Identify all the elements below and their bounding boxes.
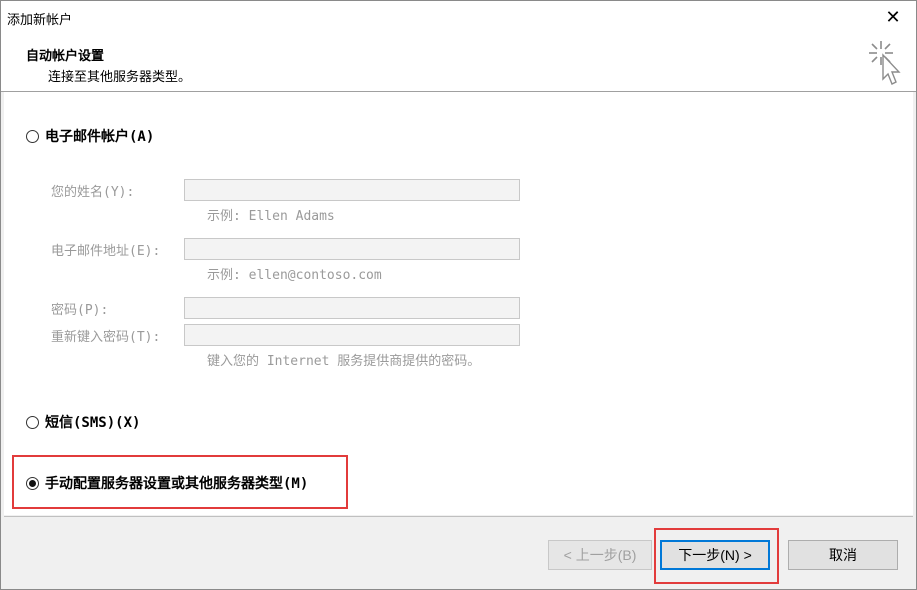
cancel-button[interactable]: 取消 (788, 540, 898, 570)
next-button[interactable]: 下一步(N) > (660, 540, 770, 570)
retype-password-label: 重新键入密码(T): (51, 330, 161, 345)
wizard-content: 电子邮件帐户(A) 您的姓名(Y): 示例: Ellen Adams 电子邮件地… (4, 92, 913, 515)
wizard-sparkle-cursor-icon (869, 41, 901, 85)
email-address-label: 电子邮件地址(E): (51, 244, 161, 259)
wizard-header: 自动帐户设置 连接至其他服务器类型。 (1, 33, 916, 92)
name-hint: 示例: Ellen Adams (207, 209, 335, 224)
sms-label: 短信(SMS)(X) (45, 415, 141, 431)
name-field[interactable] (184, 179, 520, 201)
header-subtitle: 连接至其他服务器类型。 (48, 70, 192, 85)
sms-option[interactable]: 短信(SMS)(X) (26, 412, 140, 432)
email-address-hint: 示例: ellen@contoso.com (207, 268, 382, 283)
radio-selected-dot (29, 479, 36, 487)
email-account-radio[interactable] (26, 129, 39, 143)
manual-config-radio[interactable] (26, 476, 39, 490)
window-title: 添加新帐户 (7, 13, 73, 28)
close-button[interactable]: ✕ (870, 1, 916, 33)
manual-config-label: 手动配置服务器设置或其他服务器类型(M) (45, 476, 309, 492)
sms-radio[interactable] (26, 415, 39, 429)
manual-config-option[interactable]: 手动配置服务器设置或其他服务器类型(M) (26, 473, 308, 493)
close-icon: ✕ (885, 6, 901, 28)
password-field[interactable] (184, 297, 520, 319)
email-account-option[interactable]: 电子邮件帐户(A) (26, 126, 154, 146)
email-address-field[interactable] (184, 238, 520, 260)
header-title: 自动帐户设置 (26, 49, 105, 64)
name-label: 您的姓名(Y): (51, 185, 135, 200)
password-hint: 键入您的 Internet 服务提供商提供的密码。 (207, 354, 481, 369)
add-account-dialog: 添加新帐户 ✕ 自动帐户设置 连接至其他服务器类型。 电子邮件帐户(A) 您的姓… (0, 0, 917, 590)
password-label: 密码(P): (51, 303, 109, 318)
title-bar[interactable]: 添加新帐户 ✕ (1, 1, 916, 33)
back-button[interactable]: < 上一步(B) (548, 540, 652, 570)
footer-divider (4, 516, 913, 517)
email-account-label: 电子邮件帐户(A) (45, 129, 155, 145)
retype-password-field[interactable] (184, 324, 520, 346)
